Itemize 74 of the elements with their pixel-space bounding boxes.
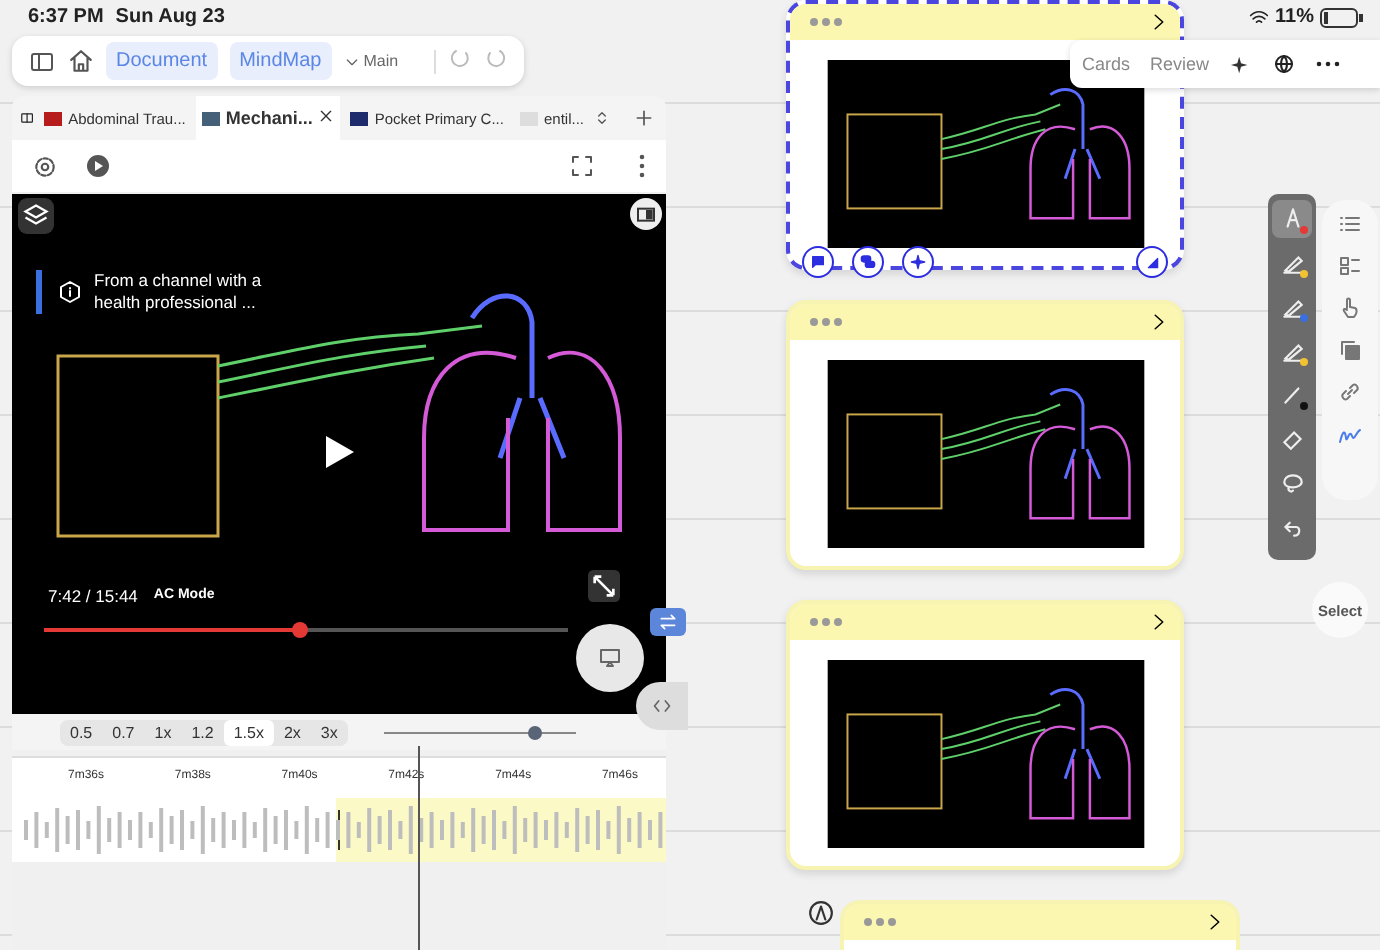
lasso-icon bbox=[1279, 470, 1305, 496]
pen-tool[interactable] bbox=[1272, 200, 1312, 238]
fullscreen-icon[interactable] bbox=[570, 154, 594, 178]
favicon-icon bbox=[201, 111, 220, 125]
chat-icon[interactable] bbox=[860, 254, 876, 270]
chevron-right-icon[interactable] bbox=[1150, 312, 1168, 332]
speed-option[interactable]: 2x bbox=[273, 719, 311, 745]
marker-icon bbox=[1279, 250, 1305, 276]
status-time: 6:37 PM bbox=[28, 6, 104, 28]
chevron-right-icon[interactable] bbox=[1150, 12, 1168, 32]
channel-notice: From a channel with a health professional ... bbox=[94, 270, 264, 314]
view-tab[interactable]: Review bbox=[1150, 54, 1210, 74]
sort-icon[interactable] bbox=[594, 108, 610, 128]
chevron-right-icon[interactable] bbox=[1206, 912, 1224, 932]
speed-option[interactable]: 0.5 bbox=[60, 719, 103, 745]
home-icon[interactable] bbox=[68, 48, 94, 74]
slider-thumb[interactable] bbox=[527, 725, 542, 739]
eraser-icon bbox=[1279, 426, 1305, 452]
browser-tab[interactable]: Mechani... bbox=[195, 96, 341, 140]
battery-percent: 11% bbox=[1275, 6, 1314, 28]
sparkle-button[interactable] bbox=[902, 246, 934, 278]
line-icon bbox=[1279, 382, 1305, 408]
speed-option[interactable]: 1.5x bbox=[223, 719, 274, 745]
status-date: Sun Aug 23 bbox=[115, 6, 225, 28]
more-icon[interactable] bbox=[1315, 60, 1340, 68]
favicon-icon bbox=[44, 111, 63, 125]
marker-icon bbox=[1279, 294, 1305, 320]
resize-handle[interactable] bbox=[1136, 246, 1168, 278]
list-icon[interactable] bbox=[1338, 212, 1362, 236]
video-time: 7:42 / 15:44 bbox=[48, 586, 138, 606]
copy-icon[interactable] bbox=[1338, 338, 1362, 362]
progress-thumb[interactable] bbox=[292, 622, 309, 638]
expand-icon[interactable] bbox=[588, 570, 620, 602]
chat-button[interactable] bbox=[852, 246, 884, 278]
corner-icon[interactable] bbox=[1145, 255, 1159, 269]
more-dots-icon[interactable] bbox=[864, 918, 896, 926]
pen-circle-icon[interactable] bbox=[808, 900, 834, 926]
squiggle-icon[interactable] bbox=[1336, 424, 1364, 448]
swap-icon[interactable] bbox=[658, 612, 678, 632]
info-badge-icon[interactable] bbox=[58, 280, 82, 304]
target-icon[interactable] bbox=[32, 153, 58, 179]
picture-in-picture-icon[interactable] bbox=[630, 198, 662, 230]
sparkle-icon[interactable] bbox=[910, 254, 926, 270]
more-vertical-icon[interactable] bbox=[638, 154, 646, 178]
speed-option[interactable]: 0.7 bbox=[102, 719, 145, 745]
more-dots-icon[interactable] bbox=[810, 18, 842, 26]
more-dots-icon[interactable] bbox=[810, 618, 842, 626]
wifi-icon[interactable] bbox=[1247, 7, 1270, 27]
comment-button[interactable] bbox=[802, 246, 834, 278]
globe-icon[interactable] bbox=[1271, 52, 1296, 76]
play-circle-icon[interactable] bbox=[86, 154, 110, 178]
branch-selector[interactable]: Main bbox=[343, 52, 399, 70]
more-dots-icon[interactable] bbox=[810, 318, 842, 326]
speed-option[interactable]: 1x bbox=[144, 719, 182, 745]
chevron-right-icon[interactable] bbox=[1150, 612, 1168, 632]
sidebar-icon[interactable] bbox=[28, 49, 56, 73]
prev-next-button[interactable] bbox=[636, 682, 688, 730]
sparkles-icon[interactable] bbox=[1229, 53, 1252, 75]
comment-icon[interactable] bbox=[810, 254, 826, 270]
speed-option[interactable]: 1.2 bbox=[181, 719, 224, 745]
marker-icon bbox=[1279, 338, 1305, 364]
chevron-down-icon[interactable] bbox=[343, 53, 360, 69]
layout-icon[interactable] bbox=[1338, 254, 1362, 278]
plus-icon[interactable] bbox=[634, 108, 654, 128]
view-tab[interactable]: Cards bbox=[1082, 54, 1131, 74]
split-view-icon[interactable] bbox=[20, 108, 35, 128]
play-icon[interactable] bbox=[324, 434, 356, 470]
swap-button[interactable] bbox=[650, 608, 686, 636]
speed-option[interactable]: 3x bbox=[310, 719, 348, 745]
screen-icon[interactable] bbox=[598, 646, 622, 670]
layers-icon[interactable] bbox=[18, 198, 54, 234]
link-icon[interactable] bbox=[1338, 380, 1362, 404]
favicon-icon bbox=[350, 111, 369, 125]
battery-icon bbox=[1320, 7, 1364, 27]
